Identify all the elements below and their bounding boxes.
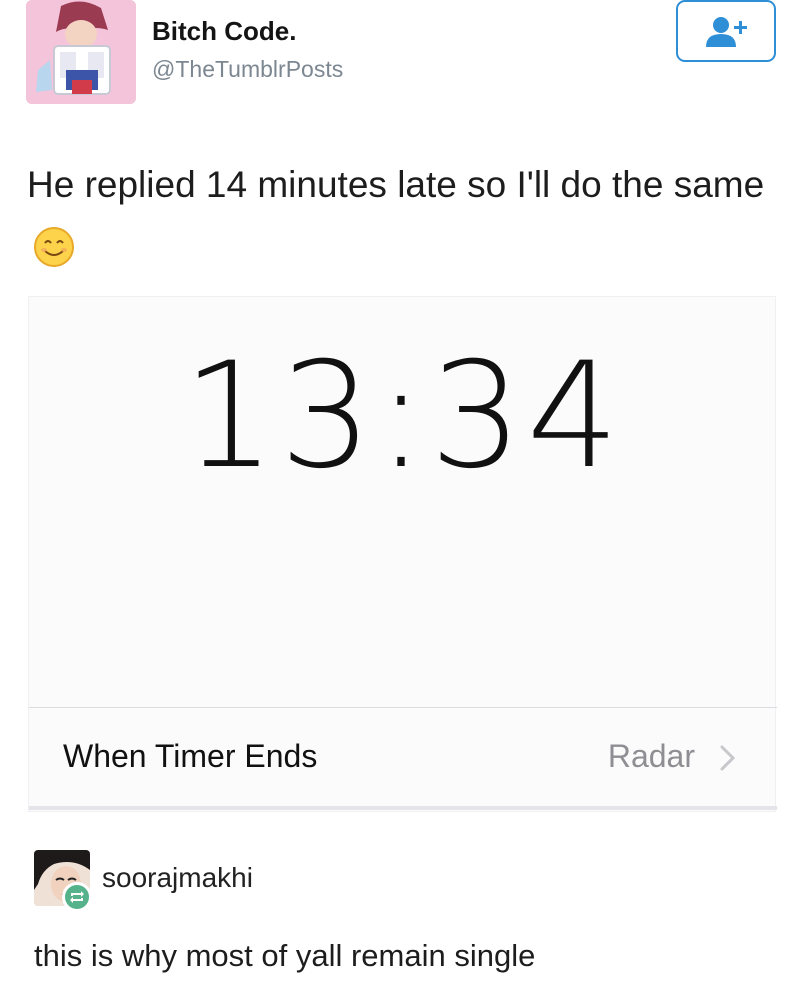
author-display-name[interactable]: Bitch Code. (152, 16, 296, 47)
post-screenshot: Bitch Code. @TheTumblrPosts He replied 1… (0, 0, 800, 990)
timer-screenshot: 13:34 When Timer Ends Radar (28, 296, 777, 812)
when-timer-ends-row[interactable]: When Timer Ends Radar (29, 708, 777, 804)
reblog-comment: this is why most of yall remain single (34, 938, 536, 973)
author-avatar-illustration (26, 0, 136, 104)
when-timer-ends-label: When Timer Ends (63, 738, 318, 774)
smiling-face-emoji-icon (33, 225, 75, 268)
follow-button[interactable] (676, 0, 776, 62)
author-handle[interactable]: @TheTumblrPosts (152, 56, 343, 83)
reblogger-username[interactable]: soorajmakhi (102, 862, 253, 894)
reblog-icon (62, 882, 92, 912)
chevron-right-icon (720, 745, 736, 771)
add-user-icon (706, 17, 747, 47)
tweet-text: He replied 14 minutes late so I'll do th… (27, 154, 767, 278)
tweet-text-content: He replied 14 minutes late so I'll do th… (27, 164, 765, 205)
timer-bottom-divider (29, 806, 777, 810)
author-avatar[interactable] (26, 0, 136, 104)
timer-sound-value: Radar (607, 738, 695, 774)
timer-time: 13:34 (182, 331, 624, 501)
